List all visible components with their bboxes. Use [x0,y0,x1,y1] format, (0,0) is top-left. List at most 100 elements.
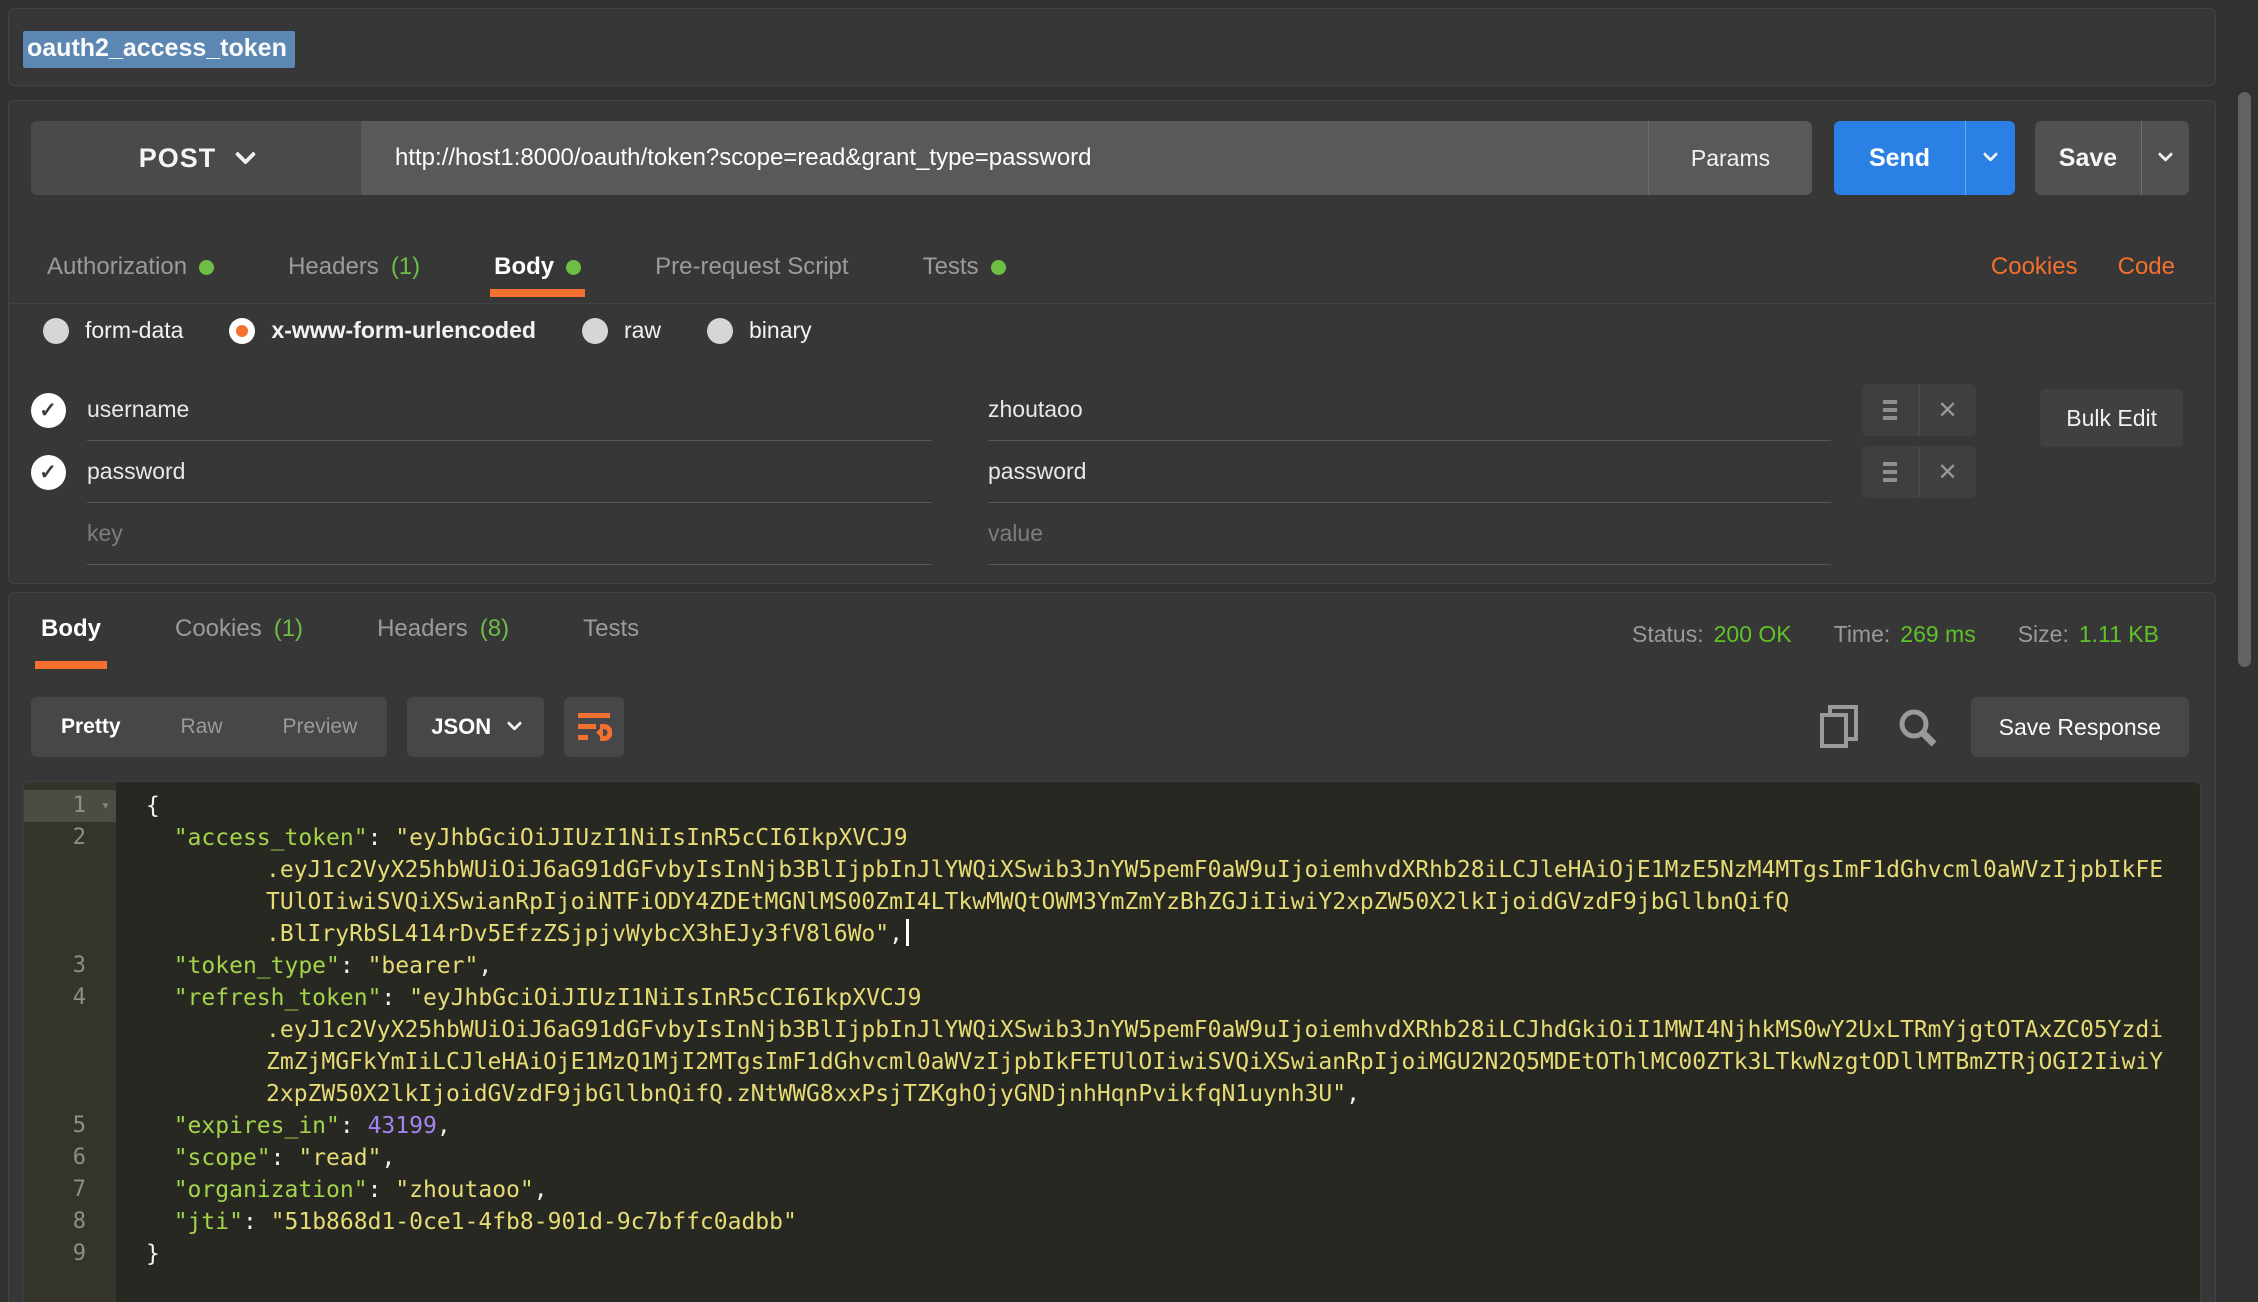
mode-raw[interactable]: raw [582,317,661,344]
code-text: .eyJ1c2VyX25hbWUiOiJ6aG91dGFvbyIsInNjb3B… [116,1014,2163,1046]
response-panel: Body Cookies(1) Headers(8) Tests Status:… [8,592,2216,1302]
code-line: 2 "access_token": "eyJhbGciOiJIUzI1NiIsI… [24,822,2200,854]
code-line: TUlOIiwiSVQiXSwianRpIjoiNTFiODY4ZDEtMGNl… [24,886,2200,918]
row-checkbox[interactable]: ✓ [31,393,66,428]
remove-icon[interactable]: ✕ [1919,384,1976,436]
key-input[interactable]: password [87,441,932,503]
mode-binary[interactable]: binary [707,317,812,344]
save-split-button: Save [2035,121,2189,195]
format-label: JSON [431,714,491,740]
request-tabs: Authorization Headers(1) Body Pre-reques… [39,239,1915,303]
view-preview-button[interactable]: Preview [253,697,388,757]
code-text: "expires_in": 43199, [116,1110,451,1142]
line-number [24,918,116,950]
headers-count: (1) [391,253,420,281]
code-text: "token_type": "bearer", [116,950,492,982]
check-icon: ✓ [39,460,57,485]
code-line: .BlIryRbSL414rDv5EfzZSjpjvWybcX3hEJy3fV8… [24,918,2200,950]
line-number: 1▾ [24,790,116,822]
save-response-button[interactable]: Save Response [1971,697,2189,757]
method-dropdown[interactable]: POST [31,121,361,195]
code-line: 8 "jti": "51b868d1-0ce1-4fb8-901d-9c7bff… [24,1206,2200,1238]
status-value: 200 OK [1714,621,1792,647]
time-label: Time: [1834,621,1891,647]
value-input-placeholder[interactable]: value [988,503,1831,565]
chevron-down-icon [1983,146,1999,162]
send-options-button[interactable] [1965,121,2015,195]
code-text: "organization": "zhoutaoo", [116,1174,548,1206]
line-number [24,1078,116,1110]
line-number [24,1014,116,1046]
row-actions: ✕ [1862,446,1976,498]
url-input[interactable]: http://host1:8000/oauth/token?scope=read… [361,121,1648,195]
line-number: 8 [24,1206,116,1238]
row-checkbox[interactable]: ✓ [31,455,66,490]
wrap-text-button[interactable] [564,697,624,757]
format-dropdown[interactable]: JSON [407,697,544,757]
tab-response-tests[interactable]: Tests [573,593,649,669]
tab-response-cookies[interactable]: Cookies(1) [165,593,313,669]
toolbar-right: Save Response [1815,697,2189,757]
tab-pre-request-script[interactable]: Pre-request Script [647,239,856,303]
tab-authorization[interactable]: Authorization [39,239,222,303]
cookies-count: (1) [274,615,303,643]
line-number: 7 [24,1174,116,1206]
save-options-button[interactable] [2141,121,2189,195]
url-row: POST http://host1:8000/oauth/token?scope… [31,121,2189,195]
green-dot-icon [199,260,214,275]
search-icon[interactable] [1893,703,1941,751]
fold-arrow-icon[interactable]: ▾ [101,789,110,821]
code-line: 7 "organization": "zhoutaoo", [24,1174,2200,1206]
cookies-link[interactable]: Cookies [1991,253,2078,281]
view-raw-button[interactable]: Raw [151,697,253,757]
send-button[interactable]: Send [1834,121,1965,195]
body-mode-row: form-data x-www-form-urlencoded raw bina… [43,317,812,344]
mode-x-www-form-urlencoded[interactable]: x-www-form-urlencoded [229,317,536,344]
method-label: POST [139,143,217,174]
response-tabs: Body Cookies(1) Headers(8) Tests [31,593,649,669]
tab-tests[interactable]: Tests [915,239,1014,303]
code-text: "refresh_token": "eyJhbGciOiJIUzI1NiIsIn… [116,982,921,1014]
view-pretty-button[interactable]: Pretty [31,697,151,757]
kv-row-username: ✓ username zhoutaoo ✕ [9,379,2215,441]
radio-icon [707,318,733,344]
line-number: 2 [24,822,116,854]
mode-form-data[interactable]: form-data [43,317,183,344]
tabs-separator [9,303,2215,304]
tab-headers[interactable]: Headers(1) [280,239,428,303]
key-input-placeholder[interactable]: key [87,503,932,565]
bulk-edit-button[interactable]: Bulk Edit [2040,389,2183,447]
radio-icon [43,318,69,344]
line-number: 9 [24,1238,116,1270]
text-caret [906,919,909,946]
tab-response-headers[interactable]: Headers(8) [367,593,519,669]
code-text: "scope": "read", [116,1142,395,1174]
tab-response-body[interactable]: Body [31,593,111,669]
page-scrollbar [2236,0,2252,1302]
code-line: 9} [24,1238,2200,1270]
code-text: { [116,790,160,822]
request-title[interactable]: oauth2_access_token [23,31,295,68]
tab-body[interactable]: Body [486,239,589,303]
size-label: Size: [2018,621,2069,647]
key-input[interactable]: username [87,379,932,441]
wrap-text-icon [576,710,612,744]
save-button[interactable]: Save [2035,121,2141,195]
code-text: "jti": "51b868d1-0ce1-4fb8-901d-9c7bffc0… [116,1206,797,1238]
value-input[interactable]: zhoutaoo [988,379,1831,441]
params-button[interactable]: Params [1648,121,1812,195]
code-line: 5 "expires_in": 43199, [24,1110,2200,1142]
response-body-viewer: 1▾{2 "access_token": "eyJhbGciOiJIUzI1Ni… [23,781,2201,1302]
copy-icon[interactable] [1815,703,1863,751]
code-text: 2xpZW50X2lkIjoidGVzdF9jbGllbnQifQ.zNtWWG… [116,1078,1360,1110]
line-number [24,886,116,918]
drag-handle-icon[interactable] [1862,446,1919,498]
code-line: ZmZjMGFkYmIiLCJleHAiOjE1MzQ1MjI2MTgsImF1… [24,1046,2200,1078]
code-link[interactable]: Code [2118,253,2175,281]
value-input[interactable]: password [988,441,1831,503]
remove-icon[interactable]: ✕ [1919,446,1976,498]
scrollbar-thumb[interactable] [2238,92,2251,667]
chevron-down-icon [2158,146,2174,162]
drag-handle-icon[interactable] [1862,384,1919,436]
size-value: 1.11 KB [2079,621,2159,647]
